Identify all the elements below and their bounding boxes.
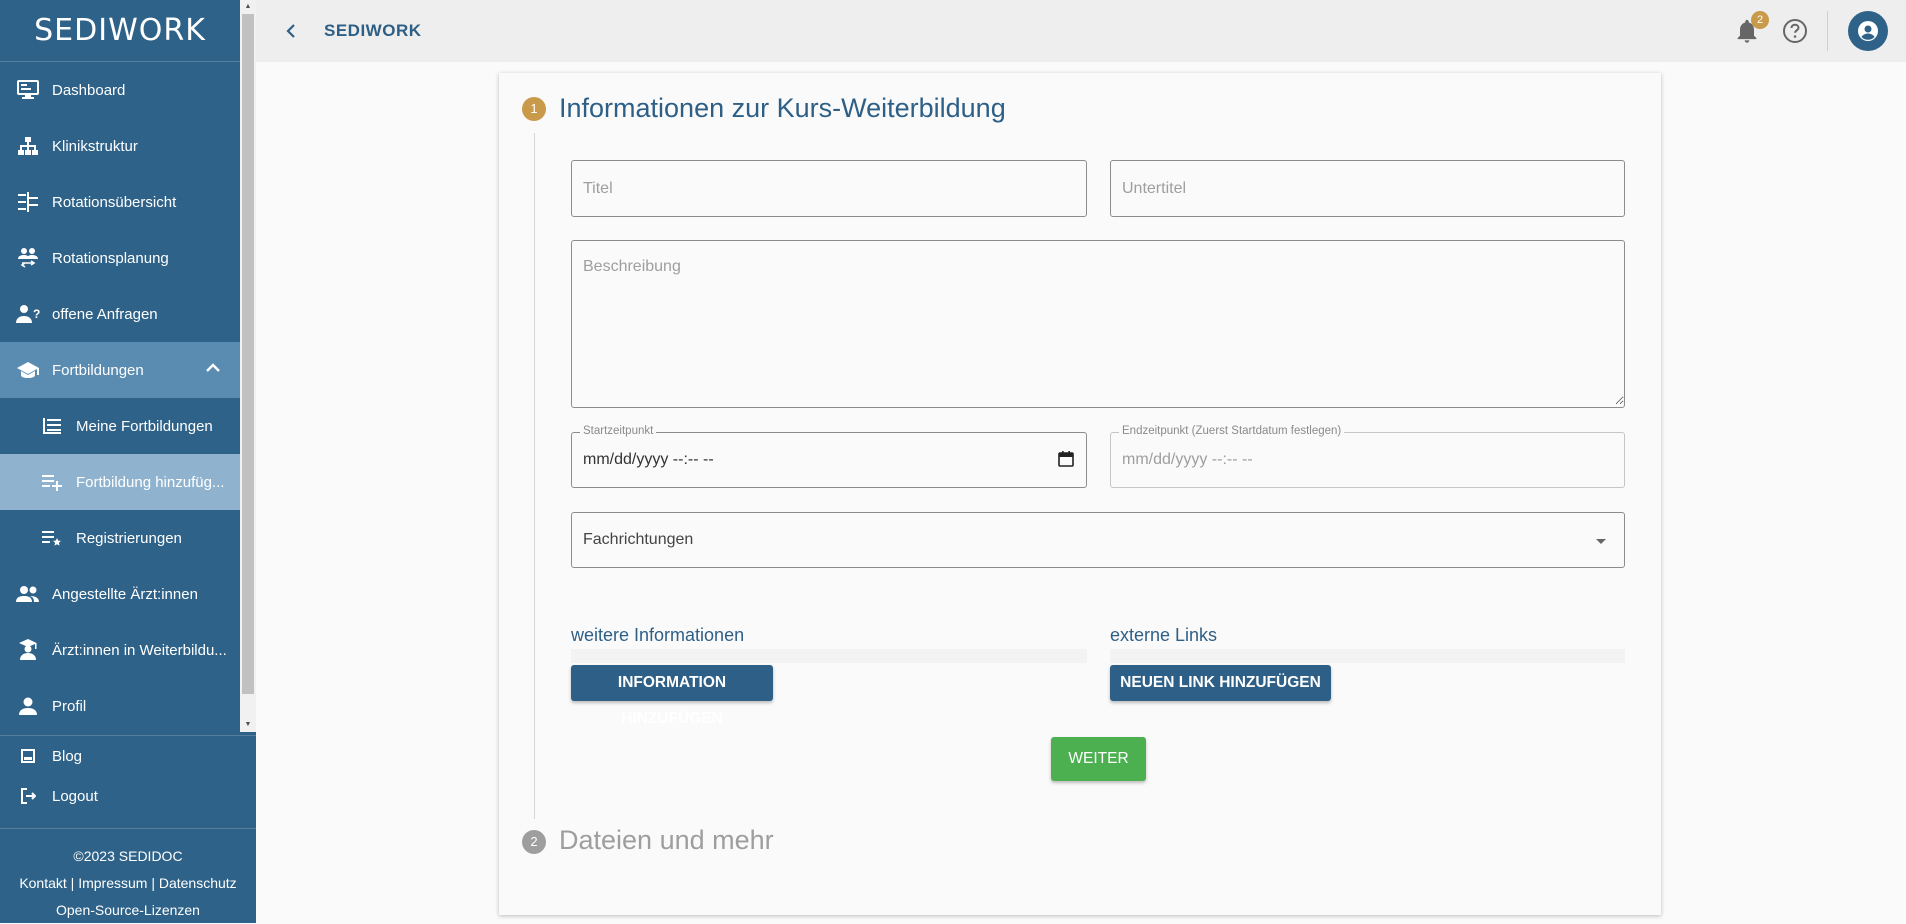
scroll-up-arrow[interactable]: ▲ (240, 0, 256, 14)
more-info-list (571, 649, 1087, 663)
step-2-title[interactable]: Dateien und mehr (559, 825, 774, 856)
start-date-field[interactable]: Startzeitpunkt mm/dd/yyyy --:-- -- (571, 425, 1087, 488)
sidebar-item-label: Angestellte Ärzt:innen (52, 585, 198, 603)
page-title: SEDIWORK (324, 21, 422, 40)
sidebar-item-blog[interactable]: Blog (0, 736, 256, 776)
end-date-value[interactable]: mm/dd/yyyy --:-- -- (1122, 451, 1253, 469)
sidebar-item-klinikstruktur[interactable]: Klinikstruktur (0, 118, 240, 174)
sidebar-item-label: Klinikstruktur (52, 137, 138, 155)
sidebar-item-label: offene Anfragen (52, 305, 158, 323)
back-button[interactable] (276, 16, 306, 46)
tree-list-icon (16, 190, 40, 214)
copyright-text: ©2023 SEDIDOC (73, 848, 183, 864)
list-star-icon (40, 526, 64, 550)
list-icon (40, 414, 64, 438)
specialties-label: Fachrichtungen (583, 531, 694, 548)
stepper-line (534, 133, 535, 819)
subtitle-input[interactable] (1111, 161, 1624, 217)
account-circle-icon (1858, 21, 1878, 41)
description-textarea[interactable] (572, 241, 1624, 405)
sidebar-item-label: Registrierungen (76, 529, 182, 547)
scrollbar-thumb[interactable] (242, 14, 254, 694)
title-input[interactable] (572, 161, 1086, 217)
chevron-up-icon[interactable] (206, 360, 220, 377)
step-1-number: 1 (522, 97, 546, 121)
sidebar-item-logout[interactable]: Logout (0, 776, 256, 816)
help-button[interactable] (1781, 17, 1809, 45)
graduation-cap-icon (16, 358, 40, 382)
sidebar: SEDIWORK Dashboard Klinikstruktur Rotati… (0, 0, 256, 923)
people-swap-icon (16, 246, 40, 270)
external-links-list (1110, 649, 1625, 663)
logo-text: SEDIWORK (34, 13, 206, 48)
sidebar-footer: ©2023 SEDIDOC Kontakt | Impressum | Date… (0, 828, 256, 924)
app-logo[interactable]: SEDIWORK (0, 0, 240, 62)
course-form-card: 1 Informationen zur Kurs-Weiterbildung S… (499, 73, 1661, 915)
description-field[interactable] (571, 240, 1625, 408)
sidebar-item-angestellte[interactable]: Angestellte Ärzt:innen (0, 566, 240, 622)
notifications-button[interactable]: 2 (1733, 11, 1769, 45)
sidebar-item-label: Fortbildungen (52, 361, 144, 379)
sidebar-item-label: Meine Fortbildungen (76, 417, 213, 435)
end-date-label: Endzeitpunkt (Zuerst Startdatum festlege… (1119, 425, 1345, 437)
person-question-icon: ? (16, 302, 40, 326)
next-button[interactable]: WEITER (1051, 737, 1146, 781)
top-bar: SEDIWORK 2 (256, 0, 1906, 62)
account-avatar[interactable] (1848, 11, 1888, 51)
student-icon (16, 638, 40, 662)
more-info-heading: weitere Informationen (571, 625, 745, 645)
end-date-field[interactable]: Endzeitpunkt (Zuerst Startdatum festlege… (1110, 425, 1625, 488)
specialties-select[interactable]: Fachrichtungen (571, 512, 1625, 568)
sidebar-item-label: Rotationsplanung (52, 249, 169, 267)
sidebar-item-fortbildungen[interactable]: Fortbildungen (0, 342, 240, 398)
sidebar-item-registrierungen[interactable]: Registrierungen (0, 510, 240, 566)
legal-links[interactable]: Kontakt | Impressum | Datenschutz (0, 870, 256, 897)
help-icon (1783, 19, 1807, 43)
sidebar-item-label: Rotationsübersicht (52, 193, 177, 211)
sidebar-item-weiterbildung[interactable]: Ärzt:innen in Weiterbildu... (0, 622, 240, 678)
people-icon (16, 582, 40, 606)
sidebar-item-label: Logout (52, 787, 98, 805)
sidebar-item-label: Blog (52, 747, 83, 765)
calendar-icon[interactable] (1058, 451, 1074, 467)
svg-text:?: ? (33, 307, 40, 321)
start-date-value[interactable]: mm/dd/yyyy --:-- -- (583, 451, 714, 469)
sidebar-item-profil[interactable]: Profil (0, 678, 240, 732)
subtitle-field[interactable] (1110, 160, 1625, 217)
sidebar-item-label: Ärzt:innen in Weiterbildu... (52, 641, 227, 659)
scroll-down-arrow[interactable]: ▼ (240, 718, 256, 732)
step-1-title[interactable]: Informationen zur Kurs-Weiterbildung (559, 93, 1006, 124)
start-date-label: Startzeitpunkt (580, 425, 657, 437)
external-links-heading: externe Links (1110, 625, 1218, 645)
sidebar-item-label: Profil (52, 697, 87, 715)
blog-icon (16, 744, 40, 768)
sidebar-item-label: Dashboard (52, 81, 126, 99)
dropdown-arrow-icon (1596, 539, 1606, 544)
playlist-add-icon (40, 470, 64, 494)
title-field[interactable] (571, 160, 1087, 217)
monitor-icon (16, 78, 40, 102)
top-icons: 2 (1733, 0, 1888, 62)
sidebar-scrollbar[interactable]: ▲ ▼ (240, 0, 256, 732)
notification-badge: 2 (1751, 11, 1769, 29)
sidebar-item-rotationsuebersicht[interactable]: Rotationsübersicht (0, 174, 240, 230)
sidebar-item-label: Fortbildung hinzufüg... (76, 473, 225, 491)
add-information-button[interactable]: INFORMATION HINZUFÜGEN (571, 665, 773, 727)
hierarchy-icon (16, 134, 40, 158)
oss-license-link[interactable]: Open-Source-Lizenzen (0, 897, 256, 924)
sidebar-nav: Dashboard Klinikstruktur Rotationsübersi… (0, 62, 240, 732)
chevron-left-icon (286, 24, 295, 38)
sidebar-item-dashboard[interactable]: Dashboard (0, 62, 240, 118)
toolbar-divider (1827, 11, 1828, 51)
sidebar-bottom-nav: Blog Logout (0, 735, 256, 816)
logout-icon (16, 784, 40, 808)
sidebar-item-fortbildung-hinzufuegen[interactable]: Fortbildung hinzufüg... (0, 454, 240, 510)
add-link-button[interactable]: NEUEN LINK HINZUFÜGEN (1110, 665, 1331, 701)
sidebar-item-meine-fortbildungen[interactable]: Meine Fortbildungen (0, 398, 240, 454)
sidebar-item-rotationsplanung[interactable]: Rotationsplanung (0, 230, 240, 286)
person-icon (16, 694, 40, 718)
sidebar-item-offene-anfragen[interactable]: ? offene Anfragen (0, 286, 240, 342)
step-2-number: 2 (522, 830, 546, 854)
